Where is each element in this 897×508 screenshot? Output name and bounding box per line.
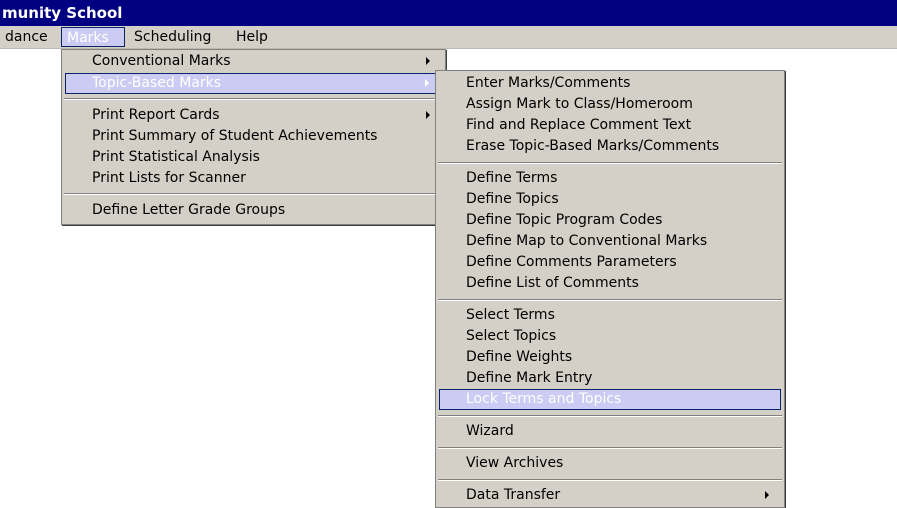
submenu-arrow-icon [765, 491, 769, 499]
menu-item-find-replace-comment[interactable]: Find and Replace Comment Text [439, 115, 781, 136]
menu-item-label: Define Topic Program Codes [466, 212, 663, 228]
menu-bar: dance Marks Scheduling Help [0, 26, 897, 49]
menu-item-print-report-cards[interactable]: Print Report Cards [65, 105, 442, 126]
menu-item-label: Select Terms [466, 307, 555, 323]
menu-item-print-lists-for-scanner[interactable]: Print Lists for Scanner [65, 168, 442, 189]
menu-item-define-mark-entry[interactable]: Define Mark Entry [439, 368, 781, 389]
menu-item-label: Data Transfer [466, 487, 561, 503]
marks-menu: Conventional Marks Topic-Based Marks Pri… [61, 49, 446, 225]
menu-item-label: Find and Replace Comment Text [466, 117, 692, 133]
menu-item-lock-terms-and-topics[interactable]: Lock Terms and Topics [439, 389, 781, 410]
menu-item-erase-topic-based-marks[interactable]: Erase Topic-Based Marks/Comments [439, 136, 781, 157]
menu-item-label: Select Topics [466, 328, 557, 344]
submenu-arrow-icon [425, 79, 429, 87]
menu-item-define-comments-parameters[interactable]: Define Comments Parameters [439, 252, 781, 273]
menu-separator [438, 299, 782, 301]
topic-based-marks-submenu: Enter Marks/Comments Assign Mark to Clas… [435, 70, 785, 508]
menu-item-assign-mark[interactable]: Assign Mark to Class/Homeroom [439, 94, 781, 115]
menu-item-label: Lock Terms and Topics [466, 391, 622, 407]
window-title: munity School [0, 0, 897, 26]
menu-item-label: Wizard [466, 423, 514, 439]
menu-item-select-terms[interactable]: Select Terms [439, 305, 781, 326]
menu-item-enter-marks-comments[interactable]: Enter Marks/Comments [439, 73, 781, 94]
menu-marks[interactable]: Marks [61, 27, 125, 47]
menu-separator [438, 479, 782, 481]
menu-item-label: Topic-Based Marks [92, 75, 222, 91]
menu-item-topic-based-marks[interactable]: Topic-Based Marks [65, 73, 442, 94]
menu-item-define-terms[interactable]: Define Terms [439, 168, 781, 189]
menu-item-label: Assign Mark to Class/Homeroom [466, 96, 693, 112]
menu-separator [438, 447, 782, 449]
menu-item-print-statistical-analysis[interactable]: Print Statistical Analysis [65, 147, 442, 168]
menu-item-data-transfer[interactable]: Data Transfer [439, 485, 781, 506]
menu-item-label: Define Letter Grade Groups [92, 202, 286, 218]
menu-attendance[interactable]: dance [0, 27, 53, 47]
menu-item-label: Print Statistical Analysis [92, 149, 260, 165]
menu-separator [438, 415, 782, 417]
menu-item-select-topics[interactable]: Select Topics [439, 326, 781, 347]
menu-item-label: Print Report Cards [92, 107, 220, 123]
menu-item-label: Define Weights [466, 349, 573, 365]
menu-item-label: Print Lists for Scanner [92, 170, 246, 186]
menu-item-define-map[interactable]: Define Map to Conventional Marks [439, 231, 781, 252]
menu-item-view-archives[interactable]: View Archives [439, 453, 781, 474]
menu-item-label: Conventional Marks [92, 53, 231, 69]
menu-item-label: Define Mark Entry [466, 370, 593, 386]
menu-item-print-summary[interactable]: Print Summary of Student Achievements [65, 126, 442, 147]
menu-item-wizard[interactable]: Wizard [439, 421, 781, 442]
menu-item-define-weights[interactable]: Define Weights [439, 347, 781, 368]
menu-item-label: Erase Topic-Based Marks/Comments [466, 138, 720, 154]
menu-help[interactable]: Help [231, 27, 273, 47]
menu-item-define-list-of-comments[interactable]: Define List of Comments [439, 273, 781, 294]
menu-item-conventional-marks[interactable]: Conventional Marks [65, 51, 442, 72]
menu-separator [438, 162, 782, 164]
menu-scheduling[interactable]: Scheduling [129, 27, 216, 47]
menu-item-label: Print Summary of Student Achievements [92, 128, 378, 144]
menu-separator [64, 98, 443, 100]
submenu-arrow-icon [426, 111, 430, 119]
menu-item-define-letter-grade-groups[interactable]: Define Letter Grade Groups [65, 200, 442, 221]
menu-item-label: Define Comments Parameters [466, 254, 677, 270]
submenu-arrow-icon [426, 57, 430, 65]
menu-item-label: Define Topics [466, 191, 559, 207]
menu-item-label: View Archives [466, 455, 564, 471]
menu-separator [64, 193, 443, 195]
menu-item-label: Define Map to Conventional Marks [466, 233, 708, 249]
menu-item-label: Enter Marks/Comments [466, 75, 631, 91]
menu-item-define-topics[interactable]: Define Topics [439, 189, 781, 210]
menu-item-label: Define List of Comments [466, 275, 639, 291]
menu-item-label: Define Terms [466, 170, 558, 186]
menu-item-define-topic-program-codes[interactable]: Define Topic Program Codes [439, 210, 781, 231]
